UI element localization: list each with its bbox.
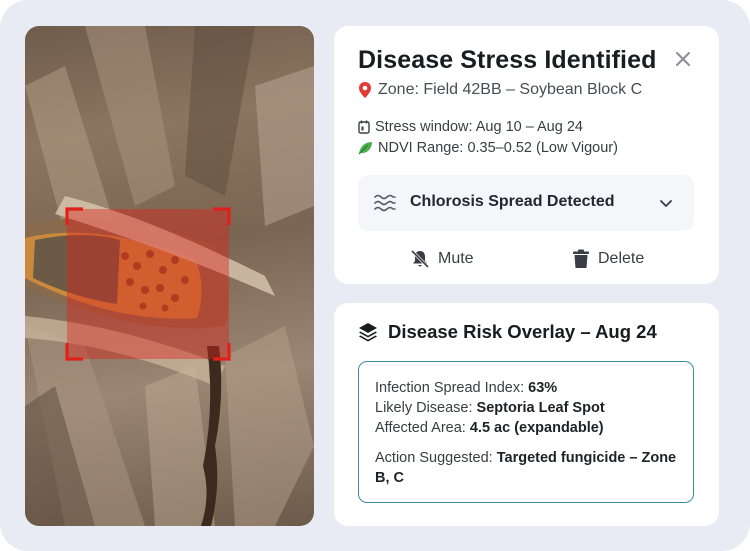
ndvi-line: NDVI Range: 0.35–0.52 (Low Vigour) xyxy=(358,140,618,156)
waves-icon xyxy=(374,194,396,212)
chevron-down-icon xyxy=(660,200,672,207)
close-icon xyxy=(676,52,690,66)
crop-photo xyxy=(25,26,314,526)
area-row: Affected Area: 4.5 ac (expandable) xyxy=(375,418,677,438)
calendar-icon xyxy=(358,120,370,134)
stress-window-line: Stress window: Aug 10 – Aug 24 xyxy=(358,119,583,135)
infection-label: Infection Spread Index: xyxy=(375,380,525,396)
risk-details-box: Infection Spread Index: 63% Likely Disea… xyxy=(358,361,694,503)
zone-line: Zone: Field 42BB – Soybean Block C xyxy=(358,81,642,99)
disease-value: Septoria Leaf Spot xyxy=(476,400,605,416)
mute-label: Mute xyxy=(438,250,474,267)
leaf-icon xyxy=(358,142,372,155)
stress-window-text: Stress window: Aug 10 – Aug 24 xyxy=(375,119,583,135)
infection-row: Infection Spread Index: 63% xyxy=(375,378,677,398)
mute-button[interactable]: Mute xyxy=(410,246,474,272)
action-row: Action Suggested: Targeted fungicide – Z… xyxy=(375,448,677,488)
corn-ear-image xyxy=(25,26,314,526)
detection-dropdown[interactable]: Chlorosis Spread Detected xyxy=(358,175,694,231)
ndvi-text: NDVI Range: 0.35–0.52 (Low Vigour) xyxy=(378,140,618,156)
bell-off-icon xyxy=(410,249,430,269)
alert-title: Disease Stress Identified xyxy=(358,46,657,74)
trash-icon xyxy=(573,249,589,268)
alert-card: Disease Stress Identified Zone: Field 42… xyxy=(334,26,719,284)
detection-label: Chlorosis Spread Detected xyxy=(410,193,615,210)
risk-overlay-card: Disease Risk Overlay – Aug 24 Infection … xyxy=(334,303,719,526)
infection-value: 63% xyxy=(528,380,558,396)
layers-icon xyxy=(359,323,377,342)
overlay-title: Disease Risk Overlay – Aug 24 xyxy=(388,321,657,342)
close-button[interactable] xyxy=(672,48,694,70)
disease-row: Likely Disease: Septoria Leaf Spot xyxy=(375,398,677,418)
action-label: Action Suggested: xyxy=(375,450,493,466)
zone-text: Zone: Field 42BB – Soybean Block C xyxy=(378,81,643,98)
overlay-title-row: Disease Risk Overlay – Aug 24 xyxy=(358,321,657,343)
area-value: 4.5 ac (expandable) xyxy=(469,420,604,436)
area-label: Affected Area: xyxy=(375,420,466,436)
map-pin-icon xyxy=(359,82,371,98)
app-frame: Disease Stress Identified Zone: Field 42… xyxy=(0,0,750,551)
disease-label: Likely Disease: xyxy=(375,400,473,416)
delete-button[interactable]: Delete xyxy=(572,246,644,272)
delete-label: Delete xyxy=(598,250,645,267)
